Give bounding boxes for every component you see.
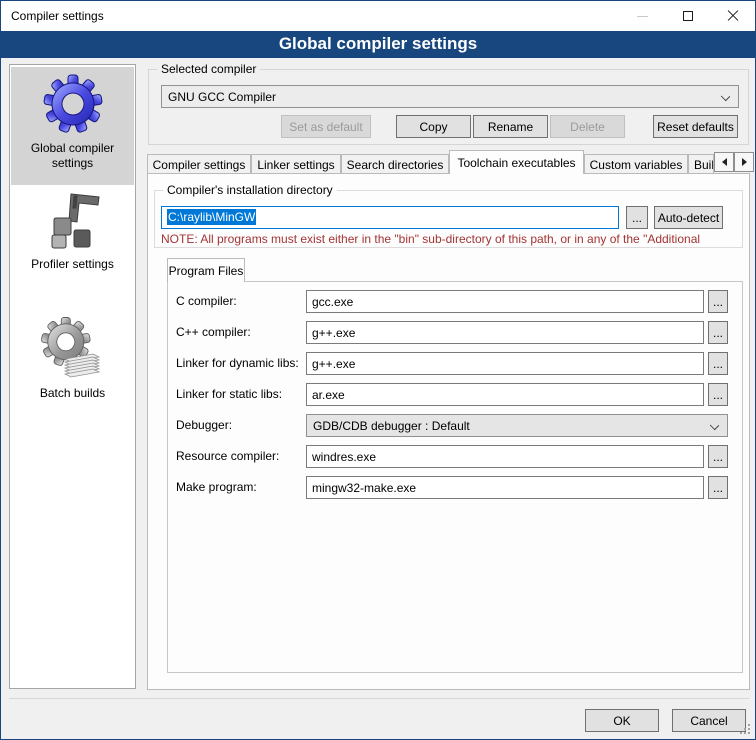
tab-scroll-left-button[interactable] — [714, 152, 734, 172]
window-controls — [620, 1, 755, 31]
maximize-icon — [683, 11, 693, 21]
caliper-profiler-icon — [41, 188, 105, 252]
field-label-linker-dynamic: Linker for dynamic libs: — [176, 352, 299, 375]
installation-directory-value: C:\raylib\MinGW — [167, 209, 256, 225]
sidebar-item-profiler-settings[interactable]: Profiler settings — [11, 188, 134, 293]
minimize-button — [620, 1, 665, 31]
c-compiler-input[interactable] — [306, 290, 704, 313]
close-icon — [727, 10, 739, 22]
selected-compiler-dropdown[interactable]: GNU GCC Compiler — [161, 85, 739, 108]
sidebar-item-label: Profiler settings — [11, 257, 134, 272]
dropdown-chevron-icon — [710, 421, 719, 430]
cpp-compiler-input[interactable] — [306, 321, 704, 344]
make-program-input[interactable] — [306, 476, 704, 499]
tab-compiler-settings[interactable]: Compiler settings — [147, 154, 251, 174]
sidebar-item-batch-builds[interactable]: Batch builds — [11, 317, 134, 417]
installation-directory-input[interactable]: C:\raylib\MinGW — [161, 206, 619, 229]
maximize-button[interactable] — [665, 1, 710, 31]
page-title: Global compiler settings — [1, 31, 755, 58]
resource-compiler-browse-button[interactable]: ... — [708, 445, 728, 468]
debugger-value: GDB/CDB debugger : Default — [313, 419, 470, 433]
set-as-default-button: Set as default — [281, 115, 371, 138]
reset-defaults-button[interactable]: Reset defaults — [653, 115, 738, 138]
installation-directory-group-label: Compiler's installation directory — [163, 183, 337, 197]
window-title: Compiler settings — [1, 9, 104, 23]
sidebar-item-global-compiler-settings[interactable]: Global compiler settings — [11, 67, 134, 185]
make-program-browse-button[interactable]: ... — [708, 476, 728, 499]
sidebar-item-label: Batch builds — [11, 386, 134, 401]
field-label-make-program: Make program: — [176, 476, 257, 499]
copy-button[interactable]: Copy — [396, 115, 471, 138]
compiler-settings-dialog: Compiler settings Global compiler settin… — [0, 0, 756, 740]
linker-dynamic-browse-button[interactable]: ... — [708, 352, 728, 375]
resource-compiler-input[interactable] — [306, 445, 704, 468]
linker-dynamic-input[interactable] — [306, 352, 704, 375]
selected-compiler-group-label: Selected compiler — [157, 62, 260, 76]
tab-toolchain-executables[interactable]: Toolchain executables — [449, 150, 584, 174]
minimize-icon — [637, 16, 648, 17]
c-compiler-browse-button[interactable]: ... — [708, 290, 728, 313]
footer-divider — [9, 698, 749, 699]
field-label-c-compiler: C compiler: — [176, 290, 237, 313]
linker-static-input[interactable] — [306, 383, 704, 406]
auto-detect-button[interactable]: Auto-detect — [654, 206, 723, 229]
title-bar[interactable]: Compiler settings — [1, 1, 755, 31]
linker-static-browse-button[interactable]: ... — [708, 383, 728, 406]
cancel-button[interactable]: Cancel — [672, 709, 746, 732]
tab-scroll-right-icon — [742, 158, 747, 166]
field-label-resource-compiler: Resource compiler: — [176, 445, 279, 468]
rename-button[interactable]: Rename — [473, 115, 548, 138]
dropdown-chevron-icon — [721, 92, 730, 101]
field-label-debugger: Debugger: — [176, 414, 232, 437]
debugger-dropdown[interactable]: GDB/CDB debugger : Default — [306, 414, 728, 437]
sidebar-item-label: Global compiler settings — [11, 141, 134, 171]
tab-search-directories[interactable]: Search directories — [341, 154, 449, 174]
selected-compiler-value: GNU GCC Compiler — [168, 90, 276, 104]
gray-gear-stack-icon — [41, 317, 105, 381]
ok-button[interactable]: OK — [585, 709, 659, 732]
delete-button: Delete — [550, 115, 625, 138]
installation-directory-browse-button[interactable]: ... — [626, 206, 648, 229]
field-label-linker-static: Linker for static libs: — [176, 383, 282, 406]
blue-gear-icon — [41, 72, 105, 136]
cpp-compiler-browse-button[interactable]: ... — [708, 321, 728, 344]
tab-linker-settings[interactable]: Linker settings — [251, 154, 341, 174]
tab-scroll-right-button[interactable] — [734, 152, 754, 172]
resize-grip[interactable] — [748, 732, 750, 734]
bin-subdirectory-note: NOTE: All programs must exist either in … — [161, 232, 743, 246]
settings-category-list: Global compiler settings Profiler settin… — [9, 64, 136, 689]
subtab-program-files[interactable]: Program Files — [167, 258, 245, 282]
close-button[interactable] — [710, 1, 755, 31]
field-label-cpp-compiler: C++ compiler: — [176, 321, 251, 344]
tab-scroll-left-icon — [722, 158, 727, 166]
tab-custom-variables[interactable]: Custom variables — [584, 154, 688, 174]
tab-build-options[interactable]: Build options — [688, 154, 714, 174]
